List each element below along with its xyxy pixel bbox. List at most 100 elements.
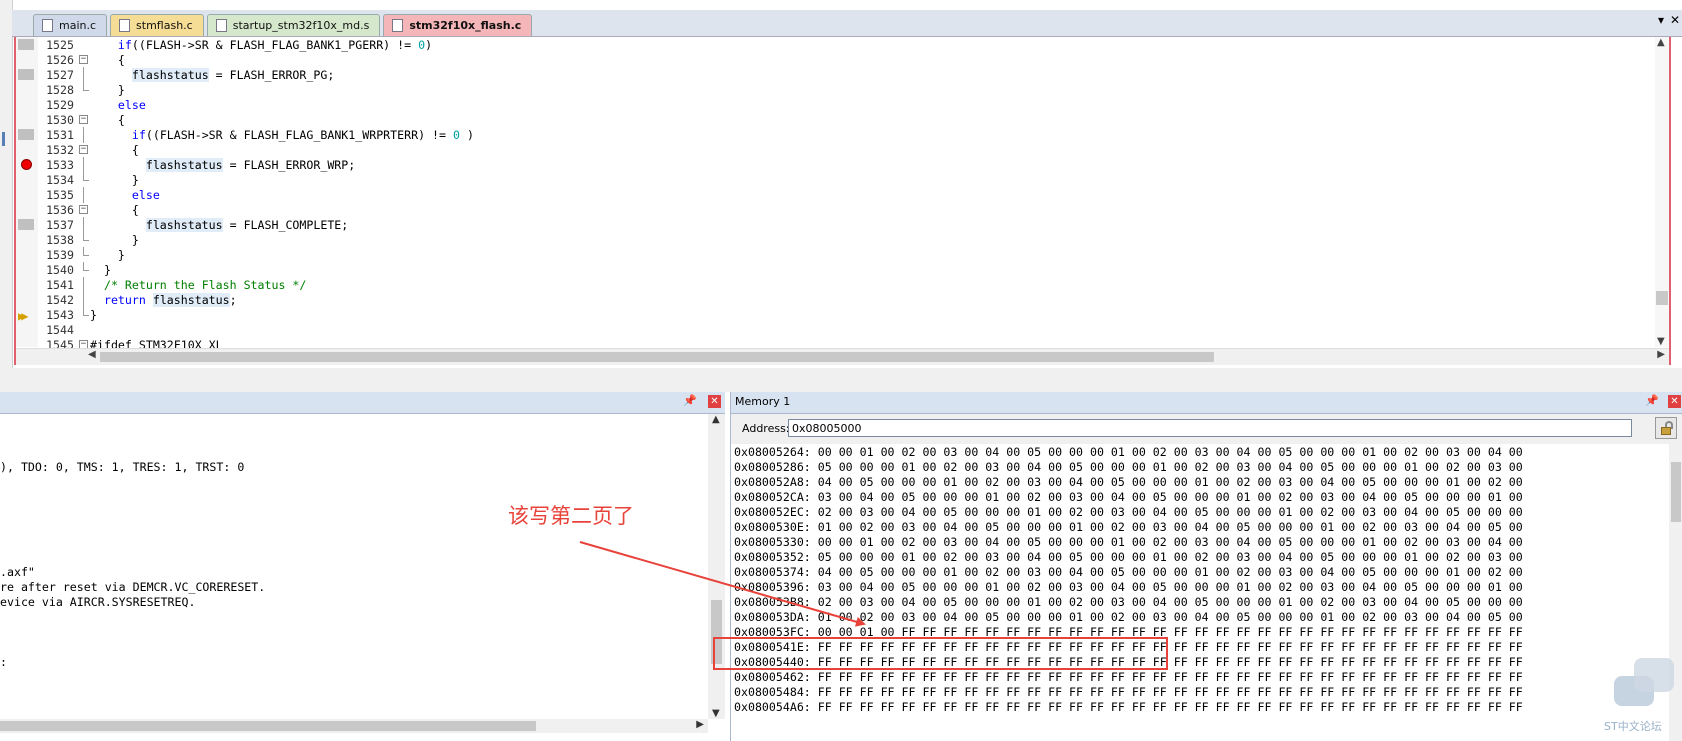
line-number: 1536 — [46, 203, 74, 217]
code-line: 1533 flashstatus = FLASH_ERROR_WRP; — [16, 157, 1656, 173]
code-text[interactable]: flashstatus = FLASH_ERROR_PG; — [90, 67, 334, 83]
code-line: 1544 — [16, 322, 1656, 338]
scroll-thumb[interactable] — [1671, 462, 1681, 522]
fold-guide — [83, 67, 84, 83]
code-text[interactable]: flashstatus = FLASH_COMPLETE; — [90, 217, 348, 233]
code-token: } — [90, 83, 125, 97]
code-token: = FLASH_ERROR_PG; — [208, 68, 335, 82]
scroll-right-icon[interactable]: ▶ — [696, 719, 704, 730]
panel-splitter[interactable] — [0, 368, 1682, 392]
fold-end-marker — [83, 247, 89, 256]
code-line: 1540 } — [16, 262, 1656, 278]
code-token: } — [90, 308, 97, 322]
tab-stm32f10x-flash-c[interactable]: stm32f10x_flash.c — [383, 14, 533, 36]
editor-vertical-scrollbar[interactable]: ▲ ▼ — [1655, 37, 1669, 347]
memory-row: 0x08005484: FF FF FF FF FF FF FF FF FF F… — [734, 685, 1523, 699]
lock-button[interactable] — [1655, 417, 1677, 439]
code-marker-icon[interactable] — [18, 69, 34, 80]
line-number: 1530 — [46, 113, 74, 127]
code-line: 1536− { — [16, 202, 1656, 218]
scroll-down-icon[interactable]: ▼ — [1657, 336, 1665, 347]
code-text[interactable]: } — [90, 262, 111, 278]
code-text[interactable]: } — [90, 247, 125, 263]
code-text[interactable]: { — [90, 52, 125, 68]
command-output: ), TDO: 0, TMS: 1, TRES: 1, TRST: 0 .axf"… — [0, 414, 708, 714]
pin-icon[interactable]: 📌 — [683, 394, 697, 407]
code-text[interactable]: { — [90, 202, 139, 218]
code-token: } — [90, 173, 139, 187]
line-number: 1527 — [46, 68, 74, 82]
tab-stmflash-c[interactable]: stmflash.c — [110, 14, 204, 36]
code-text[interactable]: return flashstatus; — [90, 292, 237, 308]
fold-toggle-icon[interactable]: − — [79, 145, 88, 154]
code-text[interactable]: if((FLASH->SR & FLASH_FLAG_BANK1_WRPRTER… — [90, 127, 474, 143]
file-icon — [119, 19, 131, 32]
line-number: 1531 — [46, 128, 74, 142]
line-number: 1538 — [46, 233, 74, 247]
code-line: ▶▶ 1543} — [16, 307, 1656, 323]
scroll-thumb[interactable] — [100, 352, 1214, 362]
memory-row: 0x08005462: FF FF FF FF FF FF FF FF FF F… — [734, 670, 1523, 684]
code-text[interactable]: /* Return the Flash Status */ — [90, 277, 306, 293]
code-text[interactable]: } — [90, 232, 139, 248]
scroll-down-icon[interactable]: ▼ — [712, 708, 720, 719]
watermark-bubble — [1634, 658, 1674, 692]
code-marker-icon[interactable] — [18, 219, 34, 230]
scroll-up-icon[interactable]: ▲ — [1657, 37, 1665, 48]
tab-label: main.c — [59, 19, 97, 32]
tab-label: stmflash.c — [136, 19, 193, 32]
chevron-down-icon[interactable]: ▾ — [1658, 13, 1664, 27]
command-output-line: evice via AIRCR.SYSRESETREQ. — [0, 595, 196, 609]
code-text[interactable]: { — [90, 112, 125, 128]
command-output-line: re after reset via DEMCR.VC_CORERESET. — [0, 580, 266, 594]
fold-guide — [83, 217, 84, 233]
code-text[interactable]: else — [90, 187, 160, 203]
command-vertical-scrollbar[interactable]: ▲ ▼ — [708, 414, 725, 719]
code-text[interactable]: else — [90, 97, 146, 113]
command-horizontal-scrollbar[interactable]: ▶ — [0, 719, 708, 733]
code-text[interactable]: if((FLASH->SR & FLASH_FLAG_BANK1_PGERR) … — [90, 37, 432, 53]
scroll-left-icon[interactable]: ◀ — [88, 349, 96, 360]
code-text[interactable]: flashstatus = FLASH_ERROR_WRP; — [90, 157, 355, 173]
code-token: ) — [459, 128, 474, 142]
code-marker-icon[interactable] — [18, 129, 34, 140]
tab-main-c[interactable]: main.c — [33, 14, 108, 36]
fold-toggle-icon[interactable]: − — [79, 55, 88, 64]
code-text[interactable]: { — [90, 142, 139, 158]
address-input[interactable] — [788, 419, 1632, 437]
fold-toggle-icon[interactable]: − — [79, 205, 88, 214]
line-number: 1539 — [46, 248, 74, 262]
line-number: 1533 — [46, 158, 74, 172]
code-line: 1538 } — [16, 232, 1656, 248]
command-output-line: : — [0, 655, 7, 669]
tab-label: startup_stm32f10x_md.s — [232, 19, 370, 32]
breakpoint-icon[interactable] — [21, 159, 32, 170]
scroll-up-icon[interactable]: ▲ — [712, 414, 720, 425]
pin-icon[interactable]: 📌 — [1645, 394, 1659, 407]
code-editor[interactable]: 1525 if((FLASH->SR & FLASH_FLAG_BANK1_PG… — [14, 37, 1671, 365]
code-text[interactable]: } — [90, 172, 139, 188]
close-icon[interactable]: ✕ — [1670, 13, 1680, 27]
line-number: 1534 — [46, 173, 74, 187]
code-identifier: flashstatus — [145, 218, 223, 232]
memory-row: 0x08005374: 04 00 05 00 00 00 01 00 02 0… — [734, 565, 1523, 579]
file-icon — [392, 19, 404, 32]
editor-tab-bar: main.c stmflash.c startup_stm32f10x_md.s st… — [12, 10, 1682, 37]
fold-toggle-icon[interactable]: − — [79, 115, 88, 124]
scroll-thumb[interactable] — [1656, 291, 1668, 305]
code-text[interactable]: } — [90, 82, 125, 98]
close-icon[interactable]: ✕ — [1668, 395, 1681, 408]
code-token: ) — [425, 38, 433, 52]
code-marker-icon[interactable] — [18, 39, 34, 50]
code-text[interactable]: } — [90, 307, 97, 323]
code-line: 1528 } — [16, 82, 1656, 98]
memory-dump[interactable]: 0x08005264: 00 00 01 00 02 00 03 00 04 0… — [731, 444, 1669, 741]
editor-horizontal-scrollbar[interactable]: ◀ ▶ — [16, 348, 1669, 365]
close-icon[interactable]: ✕ — [708, 395, 721, 408]
scroll-thumb[interactable] — [0, 721, 536, 731]
tab-startup-stm32f10x-md-s[interactable]: startup_stm32f10x_md.s — [206, 14, 381, 36]
scroll-right-icon[interactable]: ▶ — [1657, 349, 1665, 360]
annotation-highlight-box — [713, 637, 1168, 670]
memory-row: 0x080052A8: 04 00 05 00 00 00 01 00 02 0… — [734, 475, 1523, 489]
